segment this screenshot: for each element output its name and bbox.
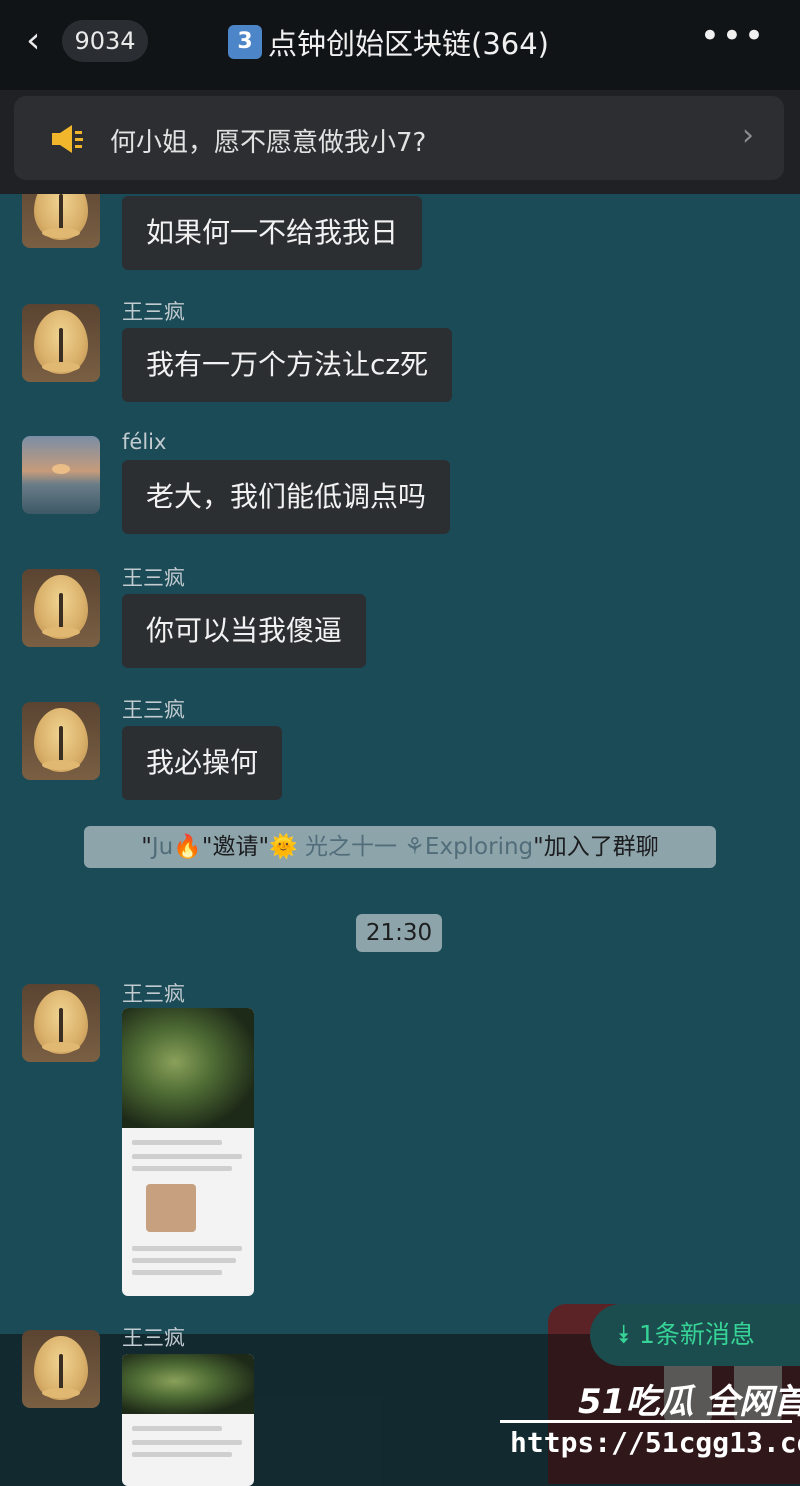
message-bubble[interactable]: 如果何一不给我我日 bbox=[122, 196, 423, 270]
group-name: 点钟创始区块链(364) bbox=[268, 27, 549, 61]
sender-name: 王三疯 bbox=[122, 1326, 185, 1350]
avatar[interactable] bbox=[22, 984, 100, 1062]
chat-area[interactable]: 如果何一不给我我日 王三疯 我有一万个方法让cz死 félix 老大，我们能低调… bbox=[0, 194, 800, 1486]
watermark-logo: 51吃瓜 全网首发 bbox=[578, 1382, 800, 1422]
unread-count-badge[interactable]: 9034 bbox=[62, 20, 148, 62]
top-bar: ‹ 9034 3 点钟创始区块链(364) ••• bbox=[0, 0, 800, 90]
chevron-left-icon[interactable]: ‹ bbox=[26, 20, 40, 61]
message-bubble[interactable]: 老大，我们能低调点吗 bbox=[122, 460, 451, 534]
double-chevron-down-icon: ⯯ bbox=[616, 1320, 632, 1349]
watermark-divider bbox=[500, 1420, 792, 1423]
sender-name: félix bbox=[122, 430, 167, 454]
avatar[interactable] bbox=[22, 569, 100, 647]
avatar[interactable] bbox=[22, 194, 100, 248]
user-name[interactable]: Exploring bbox=[425, 834, 533, 860]
flower-icon: ⚘ bbox=[404, 834, 425, 860]
image-message[interactable] bbox=[122, 1008, 254, 1296]
sender-name: 王三疯 bbox=[122, 698, 185, 722]
image-message[interactable] bbox=[122, 1354, 254, 1486]
notice-area: 何小姐，愿不愿意做我小7? › bbox=[0, 90, 800, 194]
new-message-label: 1条新消息 bbox=[638, 1320, 755, 1349]
chevron-right-icon[interactable]: › bbox=[742, 118, 754, 153]
sender-name: 王三疯 bbox=[122, 982, 185, 1006]
user-name[interactable]: Ju bbox=[152, 834, 173, 860]
sender-name: 王三疯 bbox=[122, 300, 185, 324]
avatar[interactable] bbox=[22, 304, 100, 382]
sender-name: 王三疯 bbox=[122, 566, 185, 590]
message-bubble[interactable]: 我必操何 bbox=[122, 726, 283, 800]
notice-text: 何小姐，愿不愿意做我小7? bbox=[110, 128, 427, 158]
pinned-notice[interactable]: 何小姐，愿不愿意做我小7? › bbox=[14, 96, 784, 180]
watermark-url: https://51cgg13.com bbox=[510, 1426, 800, 1459]
message-bubble[interactable]: 你可以当我傻逼 bbox=[122, 594, 367, 668]
avatar[interactable] bbox=[22, 1330, 100, 1408]
chat-title: 3 点钟创始区块链(364) bbox=[228, 22, 549, 62]
group-number-badge: 3 bbox=[228, 25, 262, 59]
more-horizontal-icon[interactable]: ••• bbox=[700, 16, 766, 56]
timestamp: 21:30 bbox=[356, 914, 442, 952]
new-message-button[interactable]: ⯯ 1条新消息 bbox=[590, 1304, 800, 1366]
fire-emoji-icon: 🔥 bbox=[173, 834, 202, 860]
user-name[interactable]: 光之十一 bbox=[305, 834, 397, 860]
system-join-message: "Ju🔥"邀请"🌞 光之十一 ⚘Exploring"加入了群聊 bbox=[84, 826, 716, 868]
message-bubble[interactable]: 我有一万个方法让cz死 bbox=[122, 328, 453, 402]
avatar[interactable] bbox=[22, 436, 100, 514]
avatar[interactable] bbox=[22, 702, 100, 780]
sun-emoji-icon: 🌞 bbox=[269, 834, 298, 860]
speaker-icon bbox=[52, 125, 83, 153]
